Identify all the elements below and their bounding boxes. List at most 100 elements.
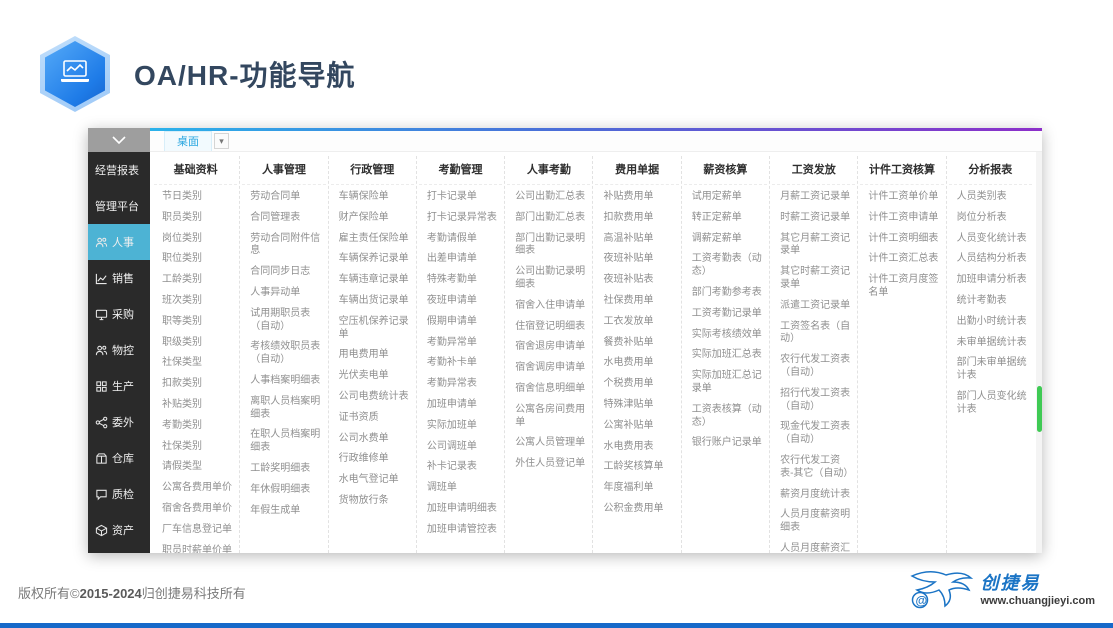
function-item[interactable]: 部门未审单据统计表 (949, 353, 1032, 387)
function-item[interactable]: 工资签名表（自动） (772, 317, 855, 351)
function-item[interactable]: 公积金费用单 (595, 499, 678, 520)
function-item[interactable]: 考勤异常单 (419, 333, 502, 354)
function-item[interactable]: 调薪定薪单 (684, 229, 767, 250)
function-item[interactable]: 统计考勤表 (949, 291, 1032, 312)
function-item[interactable]: 宿舍入住申请单 (507, 296, 590, 317)
sidebar-item-assets[interactable]: 资产 (88, 512, 150, 548)
function-item[interactable]: 年假生成单 (242, 501, 325, 522)
function-item[interactable]: 假期申请单 (419, 312, 502, 333)
function-item[interactable]: 加班申请单 (419, 395, 502, 416)
function-item[interactable]: 行政维修单 (331, 449, 414, 470)
function-item[interactable]: 夜班补贴单 (595, 249, 678, 270)
function-item[interactable]: 人事异动单 (242, 283, 325, 304)
function-item[interactable]: 宿舍各费用单价 (154, 499, 237, 520)
function-item[interactable]: 班次类别 (154, 291, 237, 312)
function-item[interactable]: 实际加班单 (419, 416, 502, 437)
function-item[interactable]: 现金代发工资表（自动） (772, 417, 855, 451)
function-item[interactable]: 劳动合同附件信息 (242, 229, 325, 263)
function-item[interactable]: 水电费用单 (595, 353, 678, 374)
function-item[interactable]: 转正定薪单 (684, 208, 767, 229)
function-item[interactable]: 宿舍信息明细单 (507, 379, 590, 400)
function-item[interactable]: 工资考勤表（动态） (684, 249, 767, 283)
function-item[interactable]: 水电气登记单 (331, 470, 414, 491)
function-item[interactable]: 合同同步日志 (242, 262, 325, 283)
function-item[interactable]: 加班申请分析表 (949, 270, 1032, 291)
function-item[interactable]: 工衣发放单 (595, 312, 678, 333)
function-item[interactable]: 外住人员登记单 (507, 454, 590, 475)
function-item[interactable]: 人事档案明细表 (242, 371, 325, 392)
function-item[interactable]: 公寓补贴单 (595, 416, 678, 437)
function-item[interactable]: 人员月度薪资明细表 (772, 505, 855, 539)
function-item[interactable]: 人员月度薪资汇总表 (772, 539, 855, 553)
function-item[interactable]: 公司电费统计表 (331, 387, 414, 408)
function-item[interactable]: 车辆保险单 (331, 187, 414, 208)
function-item[interactable]: 打卡记录单 (419, 187, 502, 208)
function-item[interactable]: 试用定薪单 (684, 187, 767, 208)
function-item[interactable]: 其它月薪工资记录单 (772, 229, 855, 263)
function-item[interactable]: 部门考勤参考表 (684, 283, 767, 304)
function-item[interactable]: 补卡记录表 (419, 457, 502, 478)
function-item[interactable]: 夜班补贴表 (595, 270, 678, 291)
tab-dropdown-button[interactable]: ▾ (214, 133, 229, 149)
function-item[interactable]: 部门出勤记录明细表 (507, 229, 590, 263)
tab-desktop[interactable]: 桌面 (164, 131, 212, 151)
function-item[interactable]: 考勤补卡单 (419, 353, 502, 374)
function-item[interactable]: 时薪工资记录单 (772, 208, 855, 229)
function-item[interactable]: 在职人员档案明细表 (242, 425, 325, 459)
function-item[interactable]: 车辆违章记录单 (331, 270, 414, 291)
function-item[interactable]: 货物放行条 (331, 491, 414, 512)
function-item[interactable]: 社保类型 (154, 353, 237, 374)
sidebar-item-business-reports[interactable]: 经营报表 (88, 152, 150, 188)
function-item[interactable]: 光伏卖电单 (331, 366, 414, 387)
function-item[interactable]: 公寓各费用单价 (154, 478, 237, 499)
function-item[interactable]: 调班单 (419, 478, 502, 499)
function-item[interactable]: 离职人员档案明细表 (242, 392, 325, 426)
function-item[interactable]: 补贴费用单 (595, 187, 678, 208)
function-item[interactable]: 部门人员变化统计表 (949, 387, 1032, 421)
function-item[interactable]: 实际加班汇总记录单 (684, 366, 767, 400)
sidebar-item-outsourcing[interactable]: 委外 (88, 404, 150, 440)
function-item[interactable]: 厂车信息登记单 (154, 520, 237, 541)
scrollbar-thumb[interactable] (1037, 386, 1042, 432)
function-item[interactable]: 车辆保养记录单 (331, 249, 414, 270)
function-item[interactable]: 未审单据统计表 (949, 333, 1032, 354)
function-item[interactable]: 公寓各房间费用单 (507, 400, 590, 434)
function-item[interactable]: 扣款费用单 (595, 208, 678, 229)
function-item[interactable]: 加班申请明细表 (419, 499, 502, 520)
function-item[interactable]: 夜班申请单 (419, 291, 502, 312)
scrollbar-track[interactable] (1036, 152, 1042, 553)
function-item[interactable]: 职位类别 (154, 249, 237, 270)
function-item[interactable]: 打卡记录异常表 (419, 208, 502, 229)
function-item[interactable]: 人员结构分析表 (949, 249, 1032, 270)
function-item[interactable]: 人员类别表 (949, 187, 1032, 208)
function-item[interactable]: 银行账户记录单 (684, 433, 767, 454)
function-item[interactable]: 宿舍调房申请单 (507, 358, 590, 379)
function-item[interactable]: 公司调班单 (419, 437, 502, 458)
function-item[interactable]: 计件工资单价单 (860, 187, 943, 208)
function-item[interactable]: 岗位分析表 (949, 208, 1032, 229)
function-item[interactable]: 宿舍退房申请单 (507, 337, 590, 358)
function-item[interactable]: 工龄奖明细表 (242, 459, 325, 480)
function-item[interactable]: 职级类别 (154, 333, 237, 354)
sidebar-item-management-platform[interactable]: 管理平台 (88, 188, 150, 224)
function-item[interactable]: 岗位类别 (154, 229, 237, 250)
function-item[interactable]: 空压机保养记录单 (331, 312, 414, 346)
function-item[interactable]: 工资表核算（动态） (684, 400, 767, 434)
function-item[interactable]: 工资考勤记录单 (684, 304, 767, 325)
function-item[interactable]: 年度福利单 (595, 478, 678, 499)
sidebar-item-material-control[interactable]: 物控 (88, 332, 150, 368)
function-item[interactable]: 住宿登记明细表 (507, 317, 590, 338)
function-item[interactable]: 个税费用单 (595, 374, 678, 395)
function-item[interactable]: 特殊津贴单 (595, 395, 678, 416)
function-item[interactable]: 其它时薪工资记录单 (772, 262, 855, 296)
function-item[interactable]: 农行代发工资表-其它（自动） (772, 451, 855, 485)
function-item[interactable]: 计件工资申请单 (860, 208, 943, 229)
sidebar-item-sales[interactable]: 销售 (88, 260, 150, 296)
function-item[interactable]: 扣款类别 (154, 374, 237, 395)
function-item[interactable]: 社保类别 (154, 437, 237, 458)
function-item[interactable]: 公司水费单 (331, 429, 414, 450)
function-item[interactable]: 公司出勤记录明细表 (507, 262, 590, 296)
function-item[interactable]: 合同管理表 (242, 208, 325, 229)
function-item[interactable]: 月薪工资记录单 (772, 187, 855, 208)
function-item[interactable]: 计件工资月度签名单 (860, 270, 943, 304)
